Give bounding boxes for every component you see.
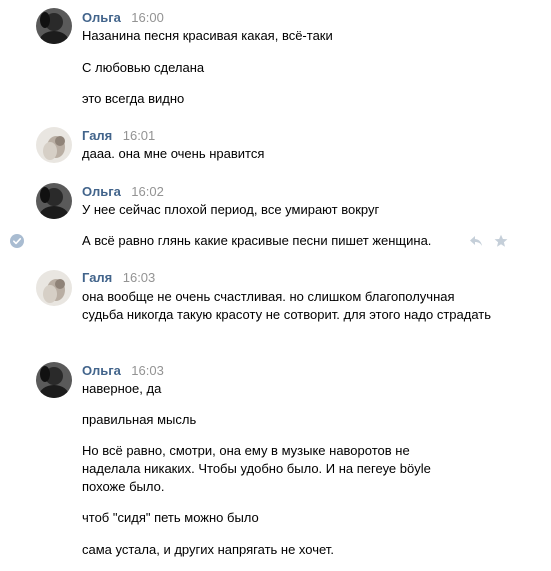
message-header: Ольга 16:03 — [82, 363, 164, 379]
author-name[interactable]: Галя — [82, 270, 112, 285]
chat-history: Ольга 16:00 Назанина песня красивая кака… — [0, 0, 551, 571]
message-text: Но всё равно, смотри, она ему в музыке н… — [82, 443, 431, 494]
message-header: Галя 16:03 — [82, 270, 155, 286]
message-text: она вообще не очень счастливая. но слишк… — [82, 289, 491, 322]
message-text: чтоб "сидя" петь можно было — [82, 510, 259, 525]
avatar-olga[interactable] — [36, 362, 72, 398]
message-time[interactable]: 16:00 — [131, 10, 164, 25]
message-time[interactable]: 16:03 — [123, 270, 156, 285]
message-text: это всегда видно — [82, 91, 185, 106]
message-time[interactable]: 16:02 — [131, 184, 164, 199]
message-text: С любовью сделана — [82, 60, 205, 75]
avatar-olga[interactable] — [36, 8, 72, 44]
message-text: А всё равно глянь какие красивые песни п… — [82, 233, 432, 248]
message-text: правильная мысль — [82, 412, 197, 427]
message-time[interactable]: 16:03 — [131, 363, 164, 378]
message-text: сама устала, и других напрягать не хочет… — [82, 542, 334, 557]
author-name[interactable]: Галя — [82, 128, 112, 143]
avatar-galya[interactable] — [36, 270, 72, 306]
message-text: дааа. она мне очень нравится — [82, 146, 265, 161]
message-text: У нее сейчас плохой период, все умирают … — [82, 202, 380, 217]
avatar-olga[interactable] — [36, 183, 72, 219]
avatar-photo-icon — [36, 362, 72, 398]
avatar-photo-icon — [36, 270, 72, 306]
star-icon[interactable] — [494, 234, 508, 248]
author-name[interactable]: Ольга — [82, 363, 121, 378]
avatar-photo-icon — [36, 183, 72, 219]
check-circle-icon[interactable] — [10, 234, 24, 248]
message-header: Галя 16:01 — [82, 128, 155, 144]
avatar-photo-icon — [36, 127, 72, 163]
message-header: Ольга 16:00 — [82, 10, 164, 26]
message-text: Назанина песня красивая какая, всё-таки — [82, 28, 333, 43]
message-header: Ольга 16:02 — [82, 184, 164, 200]
avatar-photo-icon — [36, 8, 72, 44]
message-time[interactable]: 16:01 — [123, 128, 156, 143]
author-name[interactable]: Ольга — [82, 10, 121, 25]
author-name[interactable]: Ольга — [82, 184, 121, 199]
avatar-galya[interactable] — [36, 127, 72, 163]
message-text: наверное, да — [82, 381, 162, 396]
reply-icon[interactable] — [469, 234, 483, 248]
